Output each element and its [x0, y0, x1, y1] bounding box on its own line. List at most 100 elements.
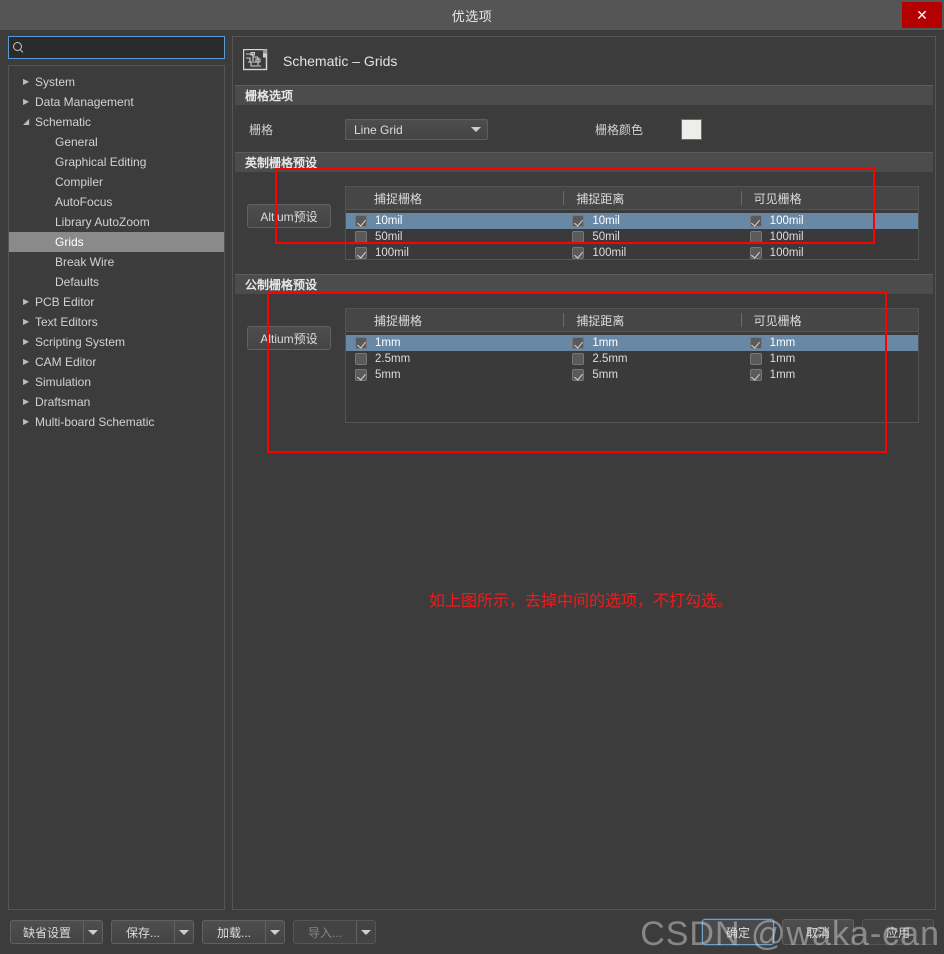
imperial-snap-distance-cell: 50mil — [563, 231, 740, 243]
save-button[interactable]: 保存... — [111, 920, 194, 944]
grid-type-select[interactable]: Line Grid — [345, 119, 488, 140]
table-row[interactable]: 10mil10mil100mil — [346, 213, 918, 229]
search-box[interactable] — [8, 36, 225, 59]
cell-value: 1mm — [375, 337, 401, 349]
sidebar-item-multi-board-schematic[interactable]: ▶Multi-board Schematic — [9, 412, 224, 432]
sidebar-item-graphical-editing[interactable]: Graphical Editing — [9, 152, 224, 172]
chevron-right-icon[interactable]: ▶ — [23, 318, 35, 326]
checkbox-snap-grid[interactable] — [355, 353, 367, 365]
sidebar-item-library-autozoom[interactable]: Library AutoZoom — [9, 212, 224, 232]
metric-grid-table[interactable]: 捕捉栅格捕捉距离可见栅格 1mm1mm1mm2.5mm2.5mm1mm5mm5m… — [345, 308, 919, 423]
apply-button[interactable]: 应用 — [862, 919, 934, 945]
metric-column-header: 捕捉距离 — [563, 313, 740, 327]
sidebar-item-label: System — [35, 75, 75, 89]
checkbox-snap-distance[interactable] — [572, 369, 584, 381]
search-input[interactable] — [29, 41, 220, 55]
table-row[interactable]: 2.5mm2.5mm1mm — [346, 351, 918, 367]
defaults-button[interactable]: 缺省设置 — [10, 920, 103, 944]
chevron-right-icon[interactable]: ▶ — [23, 78, 35, 86]
chevron-right-icon[interactable]: ▶ — [23, 98, 35, 106]
imperial-column-header: 捕捉栅格 — [346, 191, 563, 205]
chevron-right-icon[interactable]: ▶ — [23, 338, 35, 346]
save-button-label: 保存... — [112, 921, 174, 943]
ok-button[interactable]: 确定 — [702, 919, 774, 945]
cancel-button[interactable]: 取消 — [782, 919, 854, 945]
chevron-right-icon[interactable]: ▶ — [23, 398, 35, 406]
sidebar-item-break-wire[interactable]: Break Wire — [9, 252, 224, 272]
sidebar-item-general[interactable]: General — [9, 132, 224, 152]
checkbox-snap-distance[interactable] — [572, 247, 584, 259]
table-row[interactable]: 100mil100mil100mil — [346, 245, 918, 261]
sidebar-item-label: Simulation — [35, 375, 91, 389]
chevron-down-icon[interactable]: ◢ — [23, 118, 35, 126]
chevron-right-icon[interactable]: ▶ — [23, 298, 35, 306]
cell-value: 2.5mm — [375, 353, 410, 365]
checkbox-visible-grid[interactable] — [750, 353, 762, 365]
sidebar-item-data-management[interactable]: ▶Data Management — [9, 92, 224, 112]
annotation-note: 如上图所示，去掉中间的选项，不打勾选。 — [429, 587, 733, 611]
metric-snap-distance-cell: 1mm — [563, 337, 740, 349]
sidebar-item-system[interactable]: ▶System — [9, 72, 224, 92]
sidebar-item-text-editors[interactable]: ▶Text Editors — [9, 312, 224, 332]
metric-altium-preset-button[interactable]: Altium预设 — [247, 326, 331, 350]
table-row[interactable]: 1mm1mm1mm — [346, 335, 918, 351]
checkbox-visible-grid[interactable] — [750, 369, 762, 381]
sidebar-item-label: CAM Editor — [35, 355, 96, 369]
checkbox-visible-grid[interactable] — [750, 215, 762, 227]
search-icon — [13, 42, 24, 53]
close-icon[interactable]: ✕ — [902, 2, 942, 28]
table-row[interactable]: 50mil50mil100mil — [346, 229, 918, 245]
imperial-table-header: 捕捉栅格捕捉距离可见栅格 — [346, 187, 918, 210]
sidebar-item-label: Draftsman — [35, 395, 90, 409]
defaults-dropdown-icon[interactable] — [83, 921, 102, 943]
sidebar-item-label: Library AutoZoom — [55, 215, 150, 229]
sidebar-item-cam-editor[interactable]: ▶CAM Editor — [9, 352, 224, 372]
sidebar-item-defaults[interactable]: Defaults — [9, 272, 224, 292]
checkbox-visible-grid[interactable] — [750, 247, 762, 259]
sidebar-item-label: Defaults — [55, 275, 99, 289]
cell-value: 100mil — [592, 247, 626, 259]
load-dropdown-icon[interactable] — [265, 921, 284, 943]
grid-label: 栅格 — [249, 121, 345, 138]
checkbox-snap-grid[interactable] — [355, 369, 367, 381]
chevron-right-icon[interactable]: ▶ — [23, 378, 35, 386]
checkbox-snap-distance[interactable] — [572, 353, 584, 365]
table-row[interactable]: 5mm5mm1mm — [346, 367, 918, 383]
sidebar-item-label: AutoFocus — [55, 195, 112, 209]
metric-column-header: 捕捉栅格 — [346, 313, 563, 327]
sidebar-item-compiler[interactable]: Compiler — [9, 172, 224, 192]
imperial-column-header: 可见栅格 — [741, 191, 918, 205]
cell-value: 5mm — [375, 369, 401, 381]
checkbox-snap-grid[interactable] — [355, 215, 367, 227]
sidebar-item-pcb-editor[interactable]: ▶PCB Editor — [9, 292, 224, 312]
sidebar-item-grids[interactable]: Grids — [9, 232, 224, 252]
grid-color-swatch[interactable] — [681, 119, 702, 140]
chevron-right-icon[interactable]: ▶ — [23, 358, 35, 366]
save-dropdown-icon[interactable] — [174, 921, 193, 943]
chevron-right-icon[interactable]: ▶ — [23, 418, 35, 426]
imperial-table-body: 10mil10mil100mil 50mil 50mil 100mil100mil10… — [346, 210, 918, 261]
imperial-altium-preset-button[interactable]: Altium预设 — [247, 204, 331, 228]
checkbox-snap-grid[interactable] — [355, 247, 367, 259]
sidebar-item-draftsman[interactable]: ▶Draftsman — [9, 392, 224, 412]
imperial-snap-grid-cell: 10mil — [346, 215, 563, 227]
checkbox-snap-grid[interactable] — [355, 337, 367, 349]
checkbox-snap-distance[interactable] — [572, 337, 584, 349]
checkbox-snap-grid[interactable] — [355, 231, 367, 243]
import-dropdown-icon — [356, 921, 375, 943]
sidebar-item-autofocus[interactable]: AutoFocus — [9, 192, 224, 212]
sidebar-item-label: Schematic — [35, 115, 91, 129]
sidebar-item-schematic[interactable]: ◢Schematic — [9, 112, 224, 132]
checkbox-visible-grid[interactable] — [750, 337, 762, 349]
load-button[interactable]: 加载... — [202, 920, 285, 944]
cell-value: 50mil — [375, 231, 402, 243]
checkbox-visible-grid[interactable] — [750, 231, 762, 243]
right-panel: Schematic – Grids 栅格选项 栅格 Line Grid 栅格颜色… — [232, 36, 936, 910]
preferences-tree[interactable]: ▶System▶Data Management◢SchematicGeneral… — [8, 65, 225, 910]
imperial-grid-table[interactable]: 捕捉栅格捕捉距离可见栅格 10mil10mil100mil50mil50mil1… — [345, 186, 919, 260]
checkbox-snap-distance[interactable] — [572, 215, 584, 227]
sidebar-item-scripting-system[interactable]: ▶Scripting System — [9, 332, 224, 352]
sidebar-item-simulation[interactable]: ▶Simulation — [9, 372, 224, 392]
metric-visible-grid-cell: 1mm — [741, 337, 918, 349]
checkbox-snap-distance[interactable] — [572, 231, 584, 243]
